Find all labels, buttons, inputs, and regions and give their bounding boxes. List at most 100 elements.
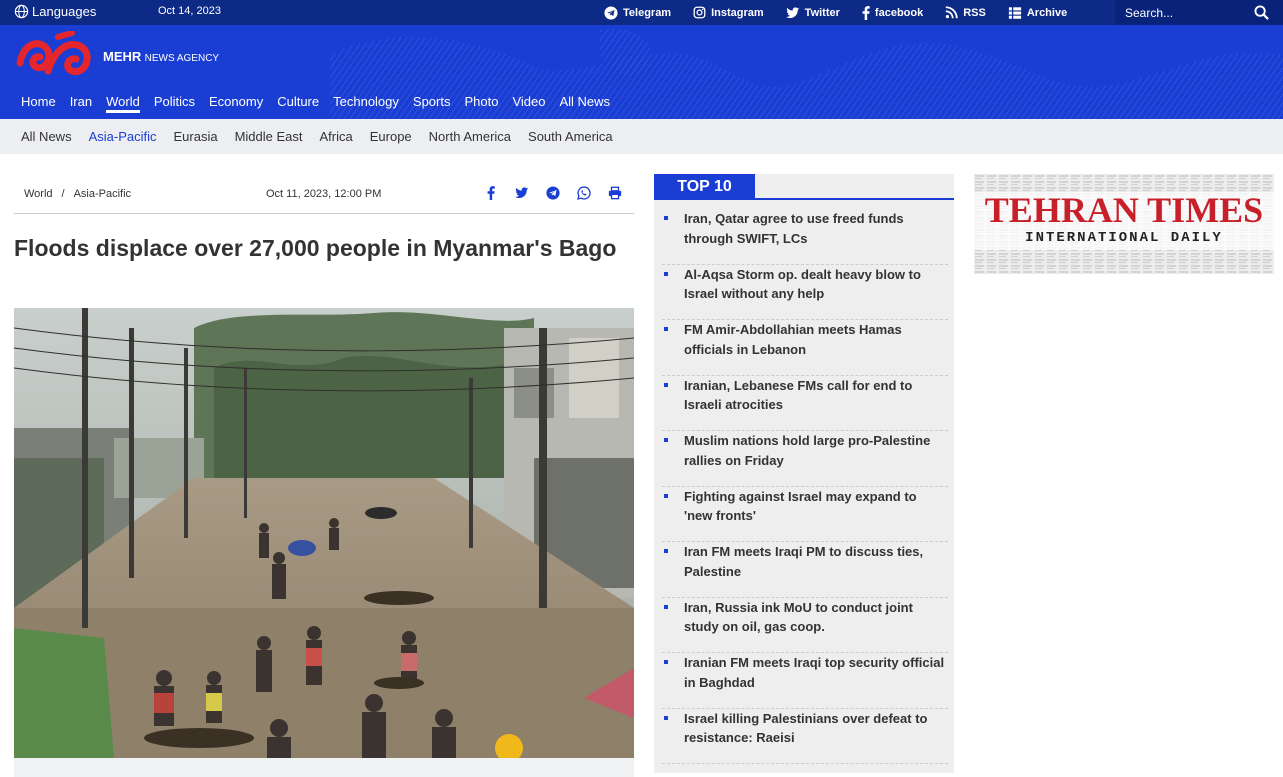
list-item[interactable]: Iran FM meets Iraqi PM to discuss ties, …: [662, 542, 948, 598]
rss-label: RSS: [963, 6, 986, 19]
twitter-link[interactable]: Twitter: [785, 6, 840, 19]
top10-item-title[interactable]: Iranian FM meets Iraqi top security offi…: [684, 653, 948, 692]
photo-caption-bar: [14, 758, 634, 777]
nav-home[interactable]: Home: [21, 94, 56, 113]
telegram-label: Telegram: [623, 6, 672, 19]
archive-link[interactable]: Archive: [1008, 6, 1067, 20]
print-icon: [608, 186, 622, 200]
top10-list: Iran, Qatar agree to use freed funds thr…: [662, 209, 948, 764]
whatsapp-icon: [577, 186, 591, 200]
nav-technology[interactable]: Technology: [333, 94, 399, 113]
breadcrumb: World / Asia-Pacific: [24, 188, 131, 200]
tehran-times-subtitle: INTERNATIONAL DAILY: [1025, 230, 1223, 246]
breadcrumb-separator: /: [61, 188, 65, 200]
list-item[interactable]: Iran, Qatar agree to use freed funds thr…: [662, 209, 948, 265]
top10-item-title[interactable]: FM Amir-Abdollahian meets Hamas official…: [684, 320, 948, 359]
top-bar: Languages Oct 14, 2023 Telegram Instagra…: [0, 0, 1283, 25]
nav-sports[interactable]: Sports: [413, 94, 451, 113]
list-item[interactable]: Muslim nations hold large pro-Palestine …: [662, 431, 948, 487]
subnav-middle-east[interactable]: Middle East: [235, 129, 303, 144]
brand-rest: NEWS AGENCY: [144, 52, 220, 64]
social-links: Telegram Instagram Twitter facebook RSS …: [604, 0, 1089, 25]
nav-photo[interactable]: Photo: [464, 94, 498, 113]
search-box: [1115, 0, 1283, 25]
mehr-logo-icon: [16, 31, 91, 76]
search-input[interactable]: [1125, 5, 1245, 20]
subnav-all-news[interactable]: All News: [21, 129, 72, 144]
breadcrumb-asia-pacific[interactable]: Asia-Pacific: [74, 188, 131, 200]
subnav-asia-pacific[interactable]: Asia-Pacific: [89, 129, 157, 144]
bullet-icon: [664, 549, 668, 553]
share-telegram[interactable]: [545, 185, 561, 201]
telegram-link[interactable]: Telegram: [604, 5, 672, 20]
nav-economy[interactable]: Economy: [209, 94, 263, 113]
telegram-icon: [546, 186, 560, 200]
subnav-eurasia[interactable]: Eurasia: [174, 129, 218, 144]
instagram-link[interactable]: Instagram: [693, 6, 764, 19]
instagram-icon: [693, 6, 706, 19]
bullet-icon: [664, 216, 668, 220]
breadcrumb-world[interactable]: World: [24, 188, 53, 200]
top10-heading: TOP 10: [654, 174, 755, 200]
sub-nav: All News Asia-Pacific Eurasia Middle Eas…: [0, 119, 1283, 154]
bullet-icon: [664, 493, 668, 498]
globe-icon: [14, 4, 29, 19]
list-item[interactable]: FM Amir-Abdollahian meets Hamas official…: [662, 320, 948, 376]
subnav-africa[interactable]: Africa: [320, 129, 353, 144]
current-date: Oct 14, 2023: [158, 5, 221, 17]
share-twitter[interactable]: [514, 185, 530, 201]
article-title: Floods displace over 27,000 people in My…: [14, 235, 617, 261]
twitter-icon: [785, 6, 800, 18]
telegram-icon: [604, 5, 618, 20]
list-item[interactable]: Iranian FM meets Iraqi top security offi…: [662, 653, 948, 709]
languages-label: Languages: [32, 4, 97, 19]
share-print[interactable]: [607, 185, 623, 201]
subnav-north-america[interactable]: North America: [429, 129, 511, 144]
site-logo[interactable]: MEHR NEWS AGENCY: [14, 31, 219, 81]
subnav-south-america[interactable]: South America: [528, 129, 613, 144]
nav-iran[interactable]: Iran: [70, 94, 92, 113]
bullet-icon: [664, 271, 668, 276]
rss-link[interactable]: RSS: [945, 6, 986, 19]
nav-all-news[interactable]: All News: [559, 94, 610, 113]
list-item[interactable]: Iranian, Lebanese FMs call for end to Is…: [662, 376, 948, 431]
nav-video[interactable]: Video: [512, 94, 545, 113]
top10-item-title[interactable]: Iranian, Lebanese FMs call for end to Is…: [684, 376, 948, 415]
bullet-icon: [664, 715, 668, 720]
list-item[interactable]: Al-Aqsa Storm op. dealt heavy blow to Is…: [662, 265, 948, 320]
top10-item-title[interactable]: Iran, Russia ink MoU to conduct joint st…: [684, 598, 948, 637]
top10-item-title[interactable]: Iran, Qatar agree to use freed funds thr…: [684, 209, 948, 248]
top10-item-title[interactable]: Iran FM meets Iraqi PM to discuss ties, …: [684, 542, 948, 581]
share-whatsapp[interactable]: [576, 185, 592, 201]
subnav-europe[interactable]: Europe: [370, 129, 412, 144]
languages-menu[interactable]: Languages: [14, 4, 96, 19]
facebook-link[interactable]: facebook: [862, 5, 923, 20]
search-icon[interactable]: [1254, 5, 1269, 20]
top10-item-title[interactable]: Al-Aqsa Storm op. dealt heavy blow to Is…: [684, 265, 948, 304]
list-item[interactable]: Fighting against Israel may expand to 'n…: [662, 487, 948, 542]
share-facebook[interactable]: [483, 185, 499, 201]
top10-item-title[interactable]: Israel killing Palestinians over defeat …: [684, 709, 948, 748]
top10-item-title[interactable]: Muslim nations hold large pro-Palestine …: [684, 431, 948, 470]
bullet-icon: [664, 604, 668, 609]
bullet-icon: [664, 327, 668, 331]
article-photo: [14, 308, 634, 758]
tehran-times-ad[interactable]: TEHRAN TIMES INTERNATIONAL DAILY: [974, 174, 1274, 274]
facebook-icon: [487, 186, 495, 200]
site-header: MEHR NEWS AGENCY Home Iran World Politic…: [0, 25, 1283, 119]
facebook-icon: [862, 5, 870, 20]
nav-culture[interactable]: Culture: [277, 94, 319, 113]
nav-politics[interactable]: Politics: [154, 94, 195, 113]
list-item[interactable]: Iran, Russia ink MoU to conduct joint st…: [662, 598, 948, 653]
top10-item-title[interactable]: Fighting against Israel may expand to 'n…: [684, 487, 948, 526]
bullet-icon: [664, 438, 668, 442]
tehran-times-title: TEHRAN TIMES: [985, 190, 1263, 230]
nav-world[interactable]: World: [106, 94, 140, 113]
list-item[interactable]: Israel killing Palestinians over defeat …: [662, 709, 948, 764]
rss-icon: [945, 6, 958, 19]
share-bar: [483, 185, 623, 201]
tehran-times-banner: TEHRAN TIMES INTERNATIONAL DAILY: [974, 174, 1274, 274]
twitter-label: Twitter: [804, 6, 840, 19]
flooded-street-image: [14, 308, 634, 758]
brand-name: MEHR NEWS AGENCY: [103, 49, 219, 64]
